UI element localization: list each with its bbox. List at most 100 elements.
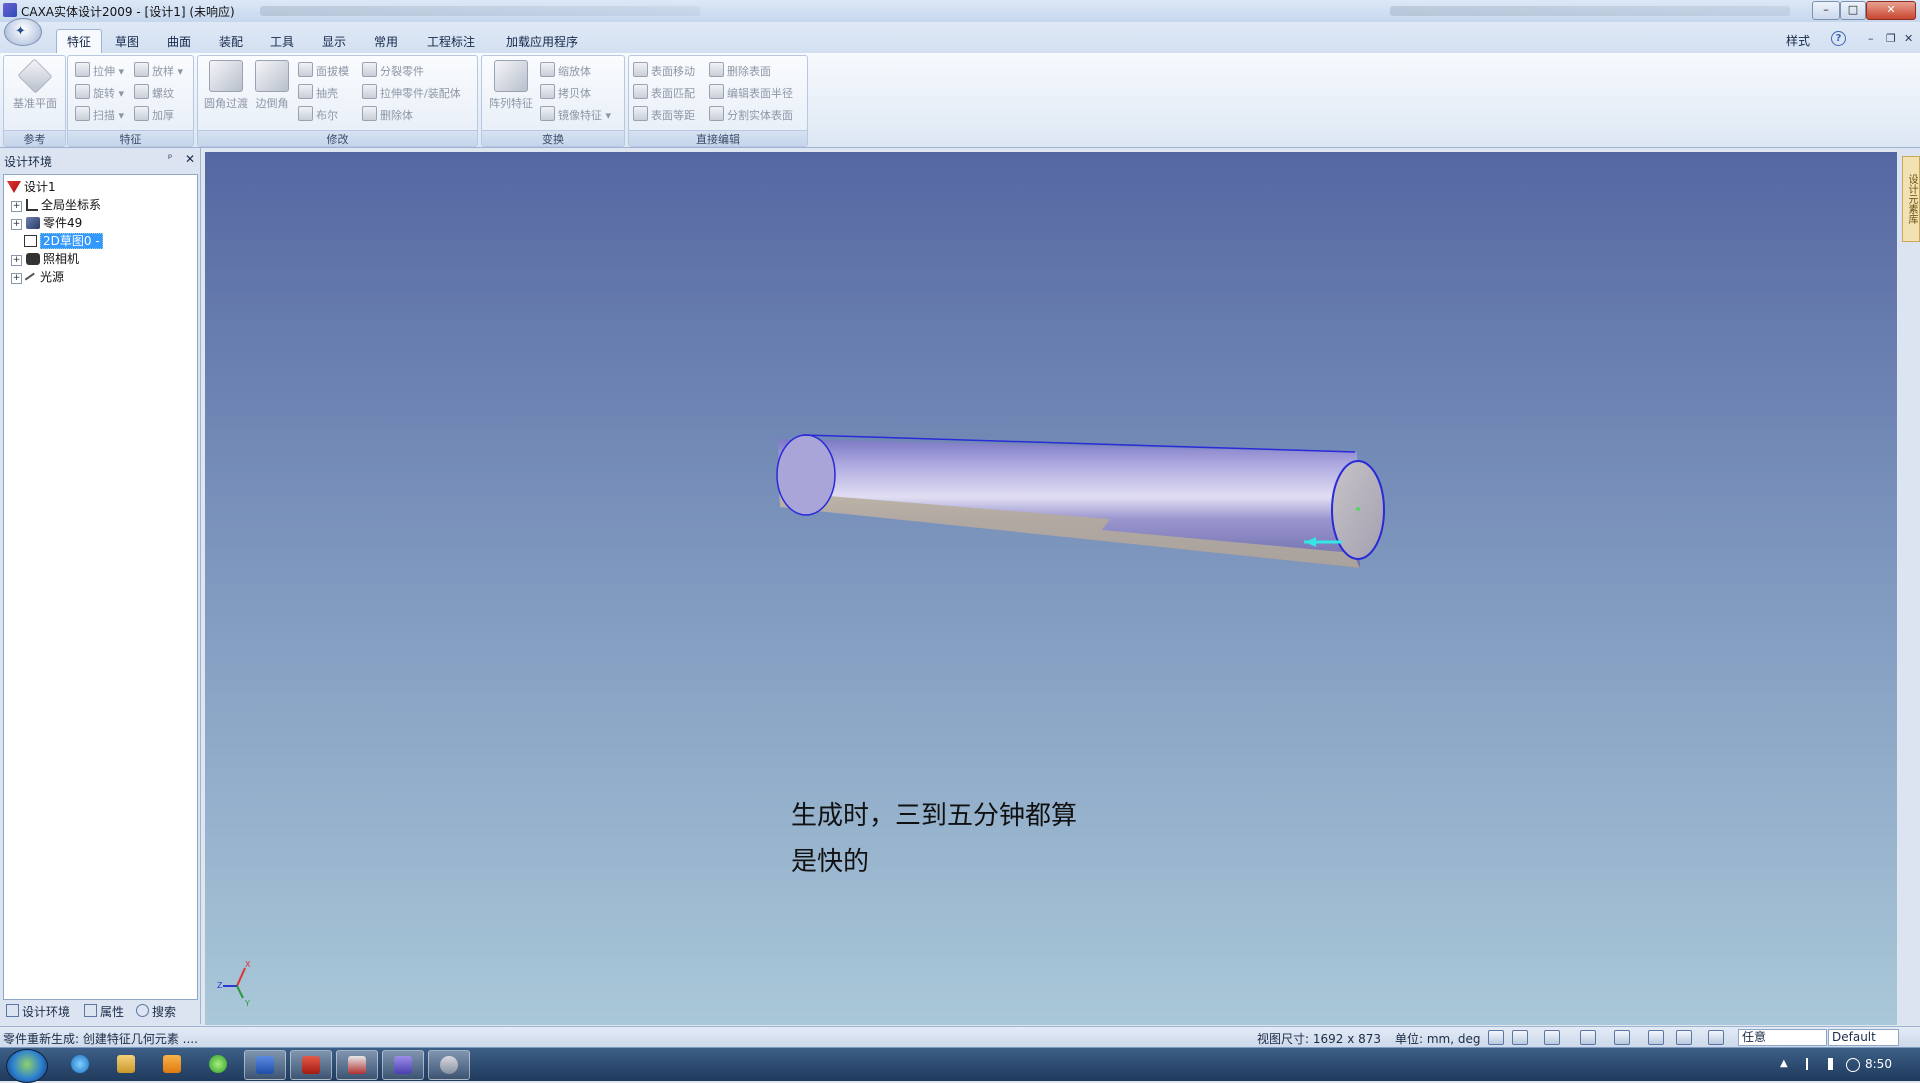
tab-add-ins[interactable]: 加载应用程序 [498, 31, 586, 52]
tab-surface[interactable]: 曲面 [159, 31, 199, 52]
delete-face-button[interactable]: 删除表面 [709, 62, 771, 79]
mirror-icon [540, 106, 555, 121]
expand-icon[interactable]: + [11, 219, 22, 230]
render-style-icon[interactable] [1580, 1030, 1596, 1045]
tree-node-part49[interactable]: + 零件49 [11, 215, 82, 231]
expand-icon[interactable]: + [11, 273, 22, 284]
offset-face-button[interactable]: 表面等距 [633, 106, 695, 123]
split-solid-face-button[interactable]: 分割实体表面 [709, 106, 793, 123]
minimize-button[interactable]: – [1812, 1, 1840, 20]
thicken-button[interactable]: 加厚 [134, 106, 174, 123]
taskbar-ie[interactable] [60, 1050, 100, 1078]
tab-annotation[interactable]: 工程标注 [419, 31, 483, 52]
mdi-minimize-button[interactable]: – [1868, 32, 1874, 45]
chamfer-button[interactable]: 边倒角 [252, 60, 292, 111]
tab-design-environment[interactable]: 设计环境 [6, 1003, 70, 1020]
tab-common[interactable]: 常用 [366, 31, 406, 52]
tab-sketch[interactable]: 草图 [107, 31, 147, 52]
sketch-icon [24, 235, 37, 247]
expand-icon[interactable]: + [11, 201, 22, 212]
taskbar-acrobat[interactable] [290, 1050, 332, 1080]
selection-filter-icon[interactable] [1708, 1030, 1724, 1045]
maximize-button[interactable]: □ [1840, 1, 1866, 20]
help-icon[interactable]: ? [1831, 31, 1846, 46]
design-environment-icon [6, 1004, 19, 1017]
tree-node-design1[interactable]: 设计1 [7, 179, 56, 195]
mdi-restore-button[interactable]: ❐ [1886, 32, 1896, 45]
edit-face-radius-button[interactable]: 编辑表面半径 [709, 84, 793, 101]
close-button[interactable]: ✕ [1866, 1, 1916, 20]
3d-viewport[interactable]: 生成时，三到五分钟都算 是快的 X Z Y [205, 152, 1897, 1025]
shell-button[interactable]: 抽壳 [298, 84, 338, 101]
tab-assembly[interactable]: 装配 [211, 31, 251, 52]
pin-icon[interactable]: ᵖ [168, 153, 172, 164]
delete-body-button[interactable]: 删除体 [362, 106, 413, 123]
volume-icon[interactable] [1846, 1058, 1860, 1072]
split-part-button[interactable]: 分裂零件 [362, 62, 424, 79]
tab-search[interactable]: 搜索 [136, 1003, 176, 1020]
zoom-icon[interactable] [1488, 1030, 1504, 1045]
expand-icon[interactable]: + [11, 255, 22, 266]
tab-feature[interactable]: 特征 [56, 29, 103, 56]
caption-line-1: 生成时，三到五分钟都算 [791, 801, 1078, 831]
shell-icon [298, 84, 313, 99]
style-dropdown[interactable]: Default [1828, 1029, 1899, 1046]
revolve-button[interactable]: 旋转 ▾ [75, 84, 124, 101]
application-menu-button[interactable]: ✦ [4, 18, 42, 46]
snap-icon[interactable] [1614, 1030, 1630, 1045]
taskbar-explorer[interactable] [106, 1050, 146, 1078]
shading-icon[interactable] [1648, 1030, 1664, 1045]
design-icon [7, 181, 21, 193]
selection-mode-dropdown[interactable]: 任意 [1738, 1029, 1827, 1046]
tree-node-2d-sketch[interactable]: 2D草图0 - [24, 233, 103, 249]
taskbar-word[interactable] [244, 1050, 286, 1080]
taskbar-360[interactable] [198, 1050, 238, 1078]
tab-tools[interactable]: 工具 [262, 31, 302, 52]
match-face-button[interactable]: 表面匹配 [633, 84, 695, 101]
tree-node-camera[interactable]: + 照相机 [11, 251, 79, 267]
extrude-button[interactable]: 拉伸 ▾ [75, 62, 124, 79]
taskbar-clock[interactable]: 8:50 [1865, 1057, 1892, 1071]
taskbar-recorder[interactable] [428, 1050, 470, 1080]
action-center-flag-icon[interactable] [1806, 1058, 1820, 1070]
scale-body-button[interactable]: 缩放体 [540, 62, 591, 79]
style-menu[interactable]: 样式 [1786, 32, 1810, 49]
cylinder-part[interactable] [776, 434, 1385, 568]
pattern-feature-button[interactable]: 阵列特征 [485, 60, 537, 111]
copy-body-button[interactable]: 拷贝体 [540, 84, 591, 101]
loft-button[interactable]: 放样 ▾ [134, 62, 183, 79]
tab-properties[interactable]: 属性 [84, 1003, 124, 1020]
panel-title: 设计环境 [4, 155, 53, 169]
extrude-part-button[interactable]: 拉伸零件/装配体 [362, 84, 461, 101]
taskbar-caxa-cad[interactable] [336, 1050, 378, 1080]
view-size-readout: 视图尺寸: 1692 x 873 [1257, 1032, 1382, 1046]
delete-body-icon [362, 106, 377, 121]
boolean-button[interactable]: 布尔 [298, 106, 338, 123]
tree-node-global-coordinate[interactable]: + 全局坐标系 [11, 197, 101, 213]
taskbar-caxa-3d[interactable] [382, 1050, 424, 1080]
thread-button[interactable]: 螺纹 [134, 84, 174, 101]
fillet-button[interactable]: 圆角过渡 [201, 60, 251, 111]
tray-expand-icon[interactable]: ▲ [1780, 1058, 1792, 1070]
tab-display[interactable]: 显示 [314, 31, 354, 52]
sweep-button[interactable]: 扫描 ▾ [75, 106, 124, 123]
mirror-feature-button[interactable]: 镜像特征 ▾ [540, 106, 611, 123]
draft-button[interactable]: 面拔模 [298, 62, 349, 79]
design-elements-library-tab[interactable]: 设计元素库 [1902, 156, 1920, 242]
network-icon[interactable] [1828, 1058, 1840, 1070]
view-orientation-icon[interactable] [1544, 1030, 1560, 1045]
move-face-button[interactable]: 表面移动 [633, 62, 695, 79]
start-button[interactable] [6, 1049, 48, 1083]
panel-close-icon[interactable]: ✕ [185, 152, 195, 166]
edit-radius-icon [709, 84, 724, 99]
taskbar-media-player[interactable] [152, 1050, 192, 1078]
tree-node-light[interactable]: + 光源 [11, 269, 64, 286]
zoom-window-icon[interactable] [1512, 1030, 1528, 1045]
mdi-close-button[interactable]: ✕ [1904, 32, 1913, 45]
display-mode-icon[interactable] [1676, 1030, 1692, 1045]
x-axis-line [236, 967, 246, 987]
group-feature: 拉伸 ▾ 放样 ▾ 旋转 ▾ 螺纹 扫描 ▾ 加厚 特征 [67, 55, 194, 147]
extrude-part-icon [362, 84, 377, 99]
split-face-icon [709, 106, 724, 121]
datum-plane-button[interactable]: 基准平面 [8, 58, 62, 111]
